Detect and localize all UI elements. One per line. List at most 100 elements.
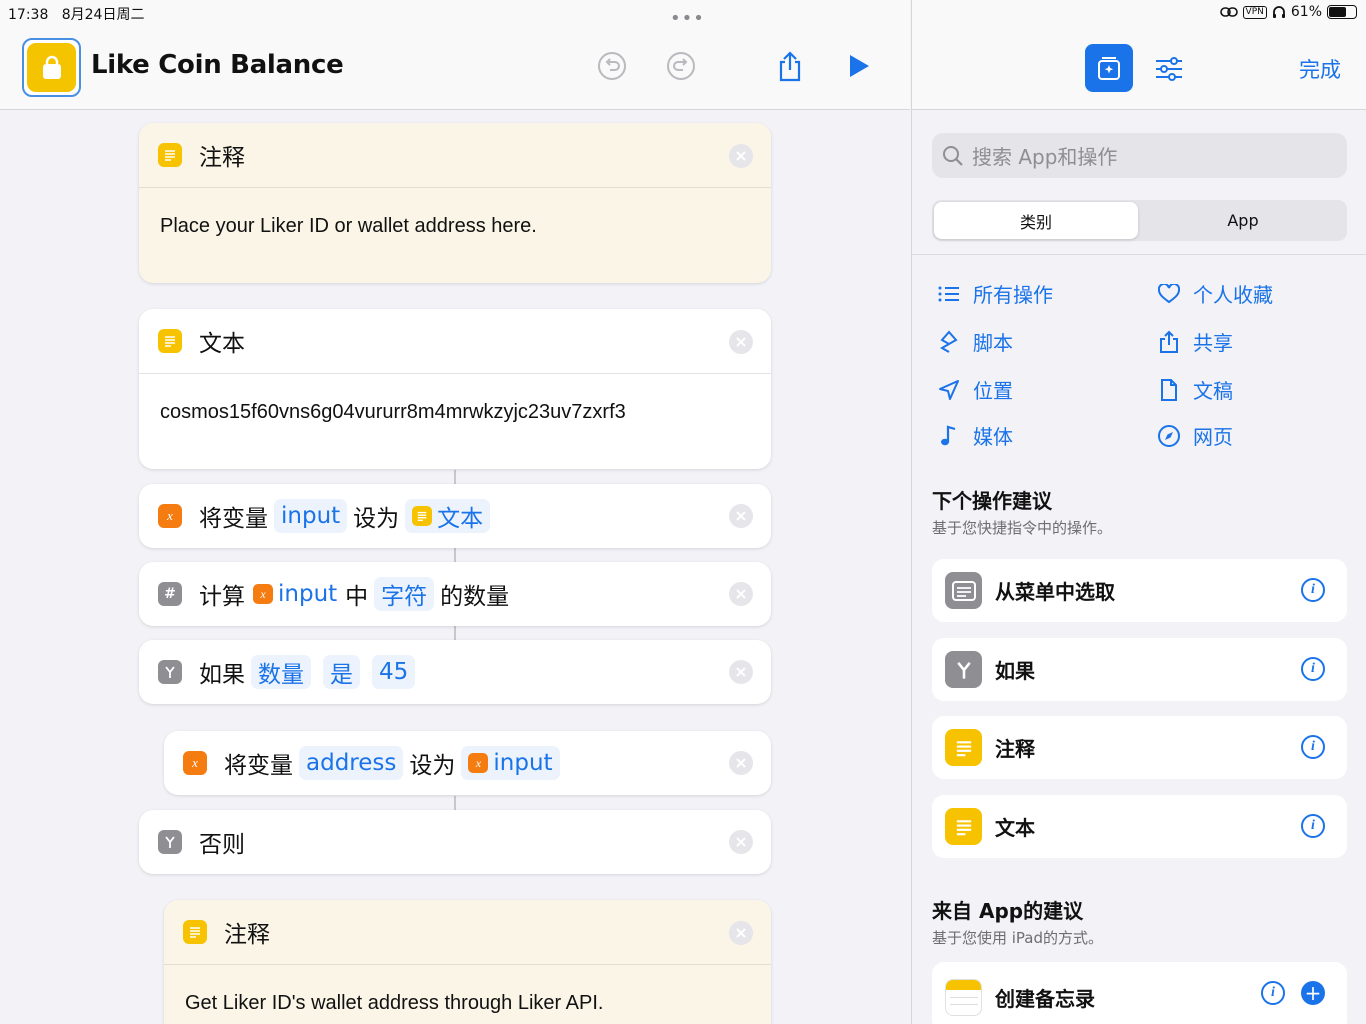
- action-header: 注释: [139, 123, 771, 188]
- search-icon: [943, 145, 963, 166]
- category-web[interactable]: 网页: [1157, 421, 1233, 450]
- redo-button[interactable]: [663, 48, 699, 84]
- shopping-bag-icon: [27, 43, 76, 92]
- section-subtitle: 基于您使用 iPad的方式。: [932, 929, 1104, 947]
- heart-icon: [1157, 282, 1181, 306]
- suggestion-comment[interactable]: 注释 i: [932, 716, 1347, 779]
- share-icon: [779, 51, 801, 82]
- action-header: 如果 数量 是 45: [139, 640, 771, 704]
- suggestion-create-note[interactable]: 创建备忘录 i +: [932, 962, 1347, 1024]
- variable-name-token[interactable]: address: [299, 746, 404, 780]
- variable-name-token[interactable]: input: [274, 499, 348, 533]
- action-library-button[interactable]: [1085, 44, 1133, 92]
- text-action[interactable]: 文本 cosmos15f60vns6g04vururr8m4mrwkzyjc23…: [139, 309, 771, 469]
- info-icon[interactable]: i: [1261, 981, 1285, 1005]
- remove-action-button[interactable]: [729, 660, 753, 684]
- info-icon[interactable]: i: [1301, 735, 1325, 759]
- remove-action-button[interactable]: [729, 921, 753, 945]
- branch-icon: [158, 830, 182, 854]
- divider: [912, 254, 1366, 255]
- headphones-icon: [1272, 6, 1285, 18]
- set-variable-action[interactable]: x 将变量 input 设为 文本: [139, 484, 771, 548]
- action-header: 注释: [164, 900, 771, 965]
- condition-operator-token[interactable]: 是: [323, 655, 360, 689]
- category-media[interactable]: 媒体: [937, 421, 1013, 450]
- status-indicators: VPN 61%: [1219, 4, 1357, 20]
- document-icon: [1157, 378, 1181, 402]
- flow-connector: [454, 548, 456, 562]
- shortcut-icon[interactable]: [22, 38, 81, 97]
- action-text: 的数量: [440, 584, 510, 610]
- close-icon: [736, 511, 746, 521]
- suggestion-text[interactable]: 文本 i: [932, 795, 1347, 858]
- category-sharing[interactable]: 共享: [1157, 327, 1233, 356]
- comment-text[interactable]: Get Liker ID's wallet address through Li…: [185, 992, 603, 1015]
- suggestion-label: 注释: [995, 737, 1035, 761]
- close-icon: [736, 337, 746, 347]
- condition-value-token[interactable]: 45: [372, 655, 416, 689]
- actions-library-pane: VPN 61% 完成 搜索 App和操作 类别 App 所有操作 个人收藏 脚本: [911, 0, 1366, 1024]
- segmented-control: 类别 App: [932, 200, 1347, 241]
- action-title: 文本: [199, 331, 245, 357]
- segment-categories[interactable]: 类别: [934, 202, 1138, 239]
- suggestion-label: 如果: [995, 659, 1035, 683]
- magic-variable-token[interactable]: x input: [461, 746, 560, 780]
- section-title: 来自 App的建议: [932, 899, 1084, 923]
- battery-percent: 61%: [1290, 4, 1322, 20]
- vpn-badge: VPN: [1242, 5, 1267, 19]
- comment-action[interactable]: 注释 Get Liker ID's wallet address through…: [164, 900, 771, 1024]
- remove-action-button[interactable]: [729, 751, 753, 775]
- share-button[interactable]: [772, 48, 808, 84]
- category-location[interactable]: 位置: [937, 375, 1013, 404]
- branch-icon: [158, 660, 182, 684]
- comment-icon: [183, 920, 207, 944]
- section-subtitle: 基于您快捷指令中的操作。: [932, 519, 1113, 537]
- info-icon[interactable]: i: [1301, 814, 1325, 838]
- info-icon[interactable]: i: [1301, 578, 1325, 602]
- search-field[interactable]: 搜索 App和操作: [932, 133, 1347, 178]
- count-type-token[interactable]: 字符: [374, 577, 435, 611]
- remove-action-button[interactable]: [729, 504, 753, 528]
- otherwise-action[interactable]: 否则: [139, 810, 771, 874]
- category-documents[interactable]: 文稿: [1157, 375, 1233, 404]
- if-action[interactable]: 如果 数量 是 45: [139, 640, 771, 704]
- comment-action[interactable]: 注释 Place your Liker ID or wallet address…: [139, 123, 771, 283]
- remove-action-button[interactable]: [729, 330, 753, 354]
- segment-apps[interactable]: App: [1141, 202, 1345, 239]
- text-icon: [945, 808, 982, 845]
- add-action-icon: [1098, 57, 1120, 80]
- magic-variable-token[interactable]: x input: [251, 577, 339, 611]
- info-icon[interactable]: i: [1301, 657, 1325, 681]
- close-icon: [736, 758, 746, 768]
- settings-button[interactable]: [1152, 52, 1186, 86]
- action-title: 注释: [224, 922, 270, 948]
- category-scripting[interactable]: 脚本: [937, 327, 1013, 356]
- condition-input-token[interactable]: 数量: [251, 655, 311, 689]
- magic-variable-token[interactable]: 文本: [405, 499, 491, 533]
- count-action[interactable]: # 计算 x input 中 字符 的数量: [139, 562, 771, 626]
- comment-icon: [945, 729, 982, 766]
- undo-button[interactable]: [594, 48, 630, 84]
- remove-action-button[interactable]: [729, 144, 753, 168]
- remove-action-button[interactable]: [729, 582, 753, 606]
- multitasking-grabber[interactable]: •••: [670, 8, 705, 29]
- category-favorites[interactable]: 个人收藏: [1157, 279, 1273, 308]
- add-icon[interactable]: +: [1301, 981, 1325, 1005]
- suggestion-choose-from-menu[interactable]: 从菜单中选取 i: [932, 559, 1347, 622]
- search-placeholder: 搜索 App和操作: [972, 145, 1118, 169]
- set-variable-action[interactable]: x 将变量 address 设为 x input: [164, 731, 771, 795]
- text-content[interactable]: cosmos15f60vns6g04vururr8m4mrwkzyjc23uv7…: [160, 401, 626, 424]
- done-button[interactable]: 完成: [1299, 54, 1341, 84]
- compass-icon: [1157, 424, 1181, 448]
- close-icon: [736, 151, 746, 161]
- comment-text[interactable]: Place your Liker ID or wallet address he…: [160, 215, 537, 238]
- script-icon: [937, 329, 961, 354]
- shortcut-title[interactable]: Like Coin Balance: [91, 50, 344, 80]
- branch-icon: [945, 651, 982, 688]
- suggestion-if[interactable]: 如果 i: [932, 638, 1347, 701]
- action-header: x 将变量 input 设为 文本: [139, 484, 771, 548]
- category-all-actions[interactable]: 所有操作: [937, 279, 1053, 308]
- remove-action-button[interactable]: [729, 830, 753, 854]
- run-button[interactable]: [840, 48, 876, 84]
- action-text: 计算: [199, 584, 245, 610]
